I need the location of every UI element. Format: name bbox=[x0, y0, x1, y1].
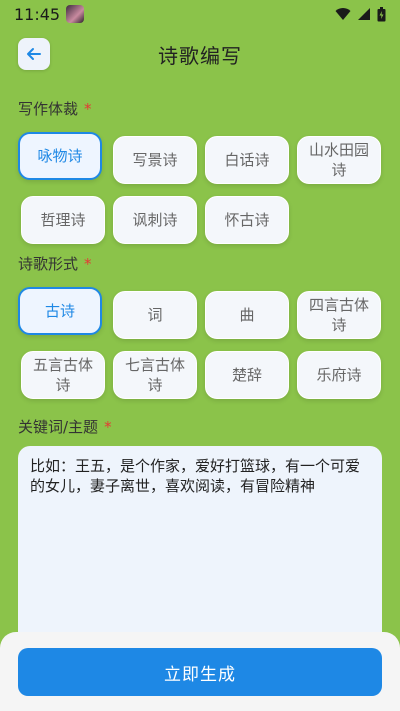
form-option-yuefu[interactable]: 乐府诗 bbox=[297, 351, 381, 399]
status-time: 11:45 bbox=[14, 4, 61, 24]
form-option-chuci[interactable]: 楚辞 bbox=[205, 351, 289, 399]
chip-label: 怀古诗 bbox=[224, 211, 270, 229]
wifi-icon bbox=[335, 8, 351, 20]
chip-label: 讽刺诗 bbox=[132, 211, 178, 229]
form-label-text: 诗歌形式 bbox=[18, 255, 79, 273]
chip-label: 山水田园诗 bbox=[308, 141, 369, 179]
chip-label: 七言古体诗 bbox=[124, 356, 185, 394]
back-button[interactable] bbox=[18, 38, 50, 70]
genre-option-xiejing[interactable]: 写景诗 bbox=[113, 136, 197, 184]
status-bar: 11:45 bbox=[0, 0, 400, 28]
notification-avatar-icon bbox=[66, 5, 85, 23]
required-mark: * bbox=[84, 100, 92, 118]
keywords-input[interactable]: 比如：王五，是个作家，爱好打篮球，有一个可爱的女儿，妻子离世，喜欢阅读，有冒险精… bbox=[18, 446, 382, 646]
chip-label: 写景诗 bbox=[132, 151, 178, 169]
chip-label: 咏物诗 bbox=[37, 147, 83, 165]
genre-option-zheli[interactable]: 哲理诗 bbox=[21, 196, 105, 244]
genre-option-shanshui[interactable]: 山水田园诗 bbox=[297, 136, 381, 184]
generate-button[interactable]: 立即生成 bbox=[18, 648, 382, 696]
form-option-ci[interactable]: 词 bbox=[113, 291, 197, 339]
status-icons bbox=[335, 6, 386, 22]
chip-label: 古诗 bbox=[44, 302, 75, 320]
form-option-gushi[interactable]: 古诗 bbox=[18, 287, 102, 335]
form-option-qiyan[interactable]: 七言古体诗 bbox=[113, 351, 197, 399]
chip-label: 五言古体诗 bbox=[32, 356, 93, 394]
genre-option-fengci[interactable]: 讽刺诗 bbox=[113, 196, 197, 244]
chip-label: 四言古体诗 bbox=[308, 296, 369, 334]
generate-button-label: 立即生成 bbox=[164, 664, 236, 685]
chip-label: 哲理诗 bbox=[40, 211, 86, 229]
required-mark: * bbox=[104, 418, 112, 436]
arrow-left-icon bbox=[27, 48, 41, 60]
chip-label: 乐府诗 bbox=[316, 366, 362, 384]
genre-option-yongwu[interactable]: 咏物诗 bbox=[18, 132, 102, 180]
form-option-qu[interactable]: 曲 bbox=[205, 291, 289, 339]
chip-label: 楚辞 bbox=[231, 366, 262, 384]
keywords-label: 关键词/主题 * bbox=[18, 416, 112, 437]
form-option-wuyan[interactable]: 五言古体诗 bbox=[21, 351, 105, 399]
battery-icon bbox=[377, 6, 386, 21]
app-header: 诗歌编写 bbox=[0, 36, 400, 72]
chip-label: 词 bbox=[147, 306, 163, 324]
form-label: 诗歌形式 * bbox=[18, 253, 92, 274]
chip-label: 曲 bbox=[239, 306, 255, 324]
signal-icon bbox=[358, 8, 370, 20]
genre-label: 写作体裁 * bbox=[18, 98, 92, 119]
genre-label-text: 写作体裁 bbox=[18, 100, 79, 118]
page-title: 诗歌编写 bbox=[158, 43, 242, 68]
form-option-siyan[interactable]: 四言古体诗 bbox=[297, 291, 381, 339]
chip-label: 白话诗 bbox=[224, 151, 270, 169]
required-mark: * bbox=[84, 255, 92, 273]
genre-option-baihua[interactable]: 白话诗 bbox=[205, 136, 289, 184]
keywords-placeholder: 比如：王五，是个作家，爱好打篮球，有一个可爱的女儿，妻子离世，喜欢阅读，有冒险精… bbox=[30, 457, 361, 495]
genre-option-huaigu[interactable]: 怀古诗 bbox=[205, 196, 289, 244]
keywords-label-text: 关键词/主题 bbox=[18, 418, 99, 436]
